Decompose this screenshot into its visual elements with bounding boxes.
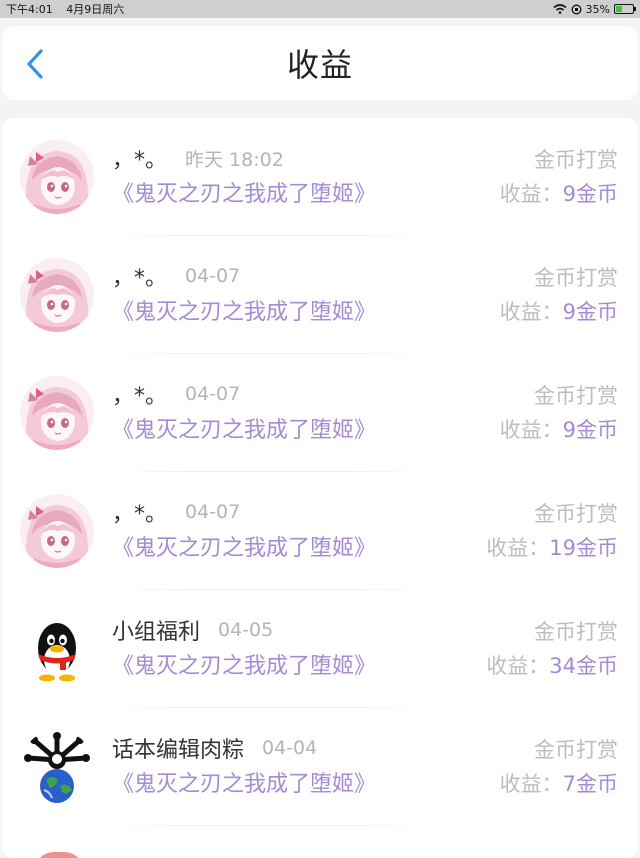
user-name[interactable]: 小组福利 xyxy=(112,614,200,646)
name-line: ，*。 04-07 xyxy=(112,376,240,412)
earnings-list: ，*。 昨天 18:02 《鬼灭之刃之我成了堕姬》 金币打赏 收益：9金币 ，*… xyxy=(2,118,638,858)
list-item[interactable]: ，*。 昨天 18:02 《鬼灭之刃之我成了堕姬》 金币打赏 收益：9金币 xyxy=(2,118,638,236)
avatar[interactable] xyxy=(20,376,94,450)
status-bar: 下午4:01 4月9日周六 35% xyxy=(0,0,640,18)
earnings-label: 收益： xyxy=(499,300,563,324)
avatar[interactable] xyxy=(20,730,94,804)
divider xyxy=(112,825,428,826)
avatar[interactable] xyxy=(20,258,94,332)
user-name[interactable]: ，*。 xyxy=(112,142,167,174)
earnings-value: 9金币 xyxy=(562,300,618,324)
book-title[interactable]: 《鬼灭之刃之我成了堕姬》 xyxy=(112,530,376,562)
timestamp: 04-07 xyxy=(185,265,241,287)
page-title: 收益 xyxy=(286,46,353,84)
earnings-value: 9金币 xyxy=(562,182,618,206)
battery-fill xyxy=(616,6,622,12)
name-line: 话本编辑肉粽 04-04 xyxy=(112,730,317,766)
list-item[interactable]: 话本编辑肉粽 04-04 《鬼灭之刃之我成了堕姬》 金币打赏 收益：7金币 xyxy=(2,708,638,826)
user-name[interactable]: ，*。 xyxy=(112,496,167,528)
earnings: 收益：34金币 xyxy=(486,650,618,680)
reward-type: 金币打赏 xyxy=(534,384,618,408)
status-right: 35% xyxy=(553,2,636,16)
reward-type: 金币打赏 xyxy=(534,266,618,290)
avatar[interactable] xyxy=(20,140,94,214)
timestamp: 04-07 xyxy=(185,383,241,405)
list-item[interactable]: 小组福利 04-05 《鬼灭之刃之我成了堕姬》 金币打赏 收益：34金币 xyxy=(2,590,638,708)
reward-type: 金币打赏 xyxy=(534,620,618,644)
user-name[interactable]: 话本编辑肉粽 xyxy=(112,732,244,764)
list-item[interactable]: ，*。 04-07 《鬼灭之刃之我成了堕姬》 金币打赏 收益：9金币 xyxy=(2,236,638,354)
user-name[interactable]: ，*。 xyxy=(112,378,167,410)
name-line: ，*。 04-07 xyxy=(112,258,240,294)
book-title[interactable]: 《鬼灭之刃之我成了堕姬》 xyxy=(112,648,376,680)
book-title[interactable]: 《鬼灭之刃之我成了堕姬》 xyxy=(112,294,376,326)
timestamp: 04-07 xyxy=(185,501,241,523)
earnings-value: 7金币 xyxy=(562,772,618,796)
reward-type: 金币打赏 xyxy=(534,148,618,172)
earnings-label: 收益： xyxy=(486,536,550,560)
list-item[interactable]: ，*。 04-07 《鬼灭之刃之我成了堕姬》 金币打赏 收益：19金币 xyxy=(2,472,638,590)
earnings-value: 19金币 xyxy=(549,536,618,560)
earnings: 收益：9金币 xyxy=(500,178,618,208)
nav-header: 收益 xyxy=(2,26,638,100)
book-title[interactable]: 《鬼灭之刃之我成了堕姬》 xyxy=(112,766,376,798)
battery-icon xyxy=(614,4,636,14)
earnings: 收益：9金币 xyxy=(500,296,618,326)
user-name[interactable]: ，*。 xyxy=(112,260,167,292)
earnings-value: 9金币 xyxy=(562,418,618,442)
avatar[interactable] xyxy=(20,612,94,686)
name-line: 小组福利 04-05 xyxy=(112,612,273,648)
name-line: ，*。 04-07 xyxy=(112,494,240,530)
avatar[interactable] xyxy=(20,494,94,568)
book-title[interactable]: 《鬼灭之刃之我成了堕姬》 xyxy=(112,412,376,444)
status-date: 4月9日周六 xyxy=(66,3,125,16)
timestamp: 昨天 18:02 xyxy=(185,148,284,171)
timestamp: 04-05 xyxy=(218,619,274,641)
earnings-value: 34金币 xyxy=(549,654,618,678)
earnings-label: 收益： xyxy=(486,654,550,678)
earnings-label: 收益： xyxy=(499,772,563,796)
status-time: 下午4:01 xyxy=(6,3,53,16)
list-item[interactable]: ，*。 04-07 《鬼灭之刃之我成了堕姬》 金币打赏 收益：9金币 xyxy=(2,354,638,472)
earnings: 收益：19金币 xyxy=(486,532,618,562)
reward-type: 金币打赏 xyxy=(534,502,618,526)
earnings: 收益：9金币 xyxy=(500,414,618,444)
earnings-label: 收益： xyxy=(499,182,563,206)
timestamp: 04-04 xyxy=(262,737,318,759)
earnings-label: 收益： xyxy=(499,418,563,442)
earnings: 收益：7金币 xyxy=(500,768,618,798)
chevron-left-icon xyxy=(27,49,43,79)
name-line: ，*。 昨天 18:02 xyxy=(112,140,284,176)
battery-percent: 35% xyxy=(585,2,610,16)
back-button[interactable] xyxy=(22,47,50,81)
wifi-icon xyxy=(553,4,567,14)
book-title[interactable]: 《鬼灭之刃之我成了堕姬》 xyxy=(112,176,376,208)
status-left: 下午4:01 4月9日周六 xyxy=(6,1,134,17)
reward-type: 金币打赏 xyxy=(534,738,618,762)
orientation-lock-icon xyxy=(571,4,581,14)
